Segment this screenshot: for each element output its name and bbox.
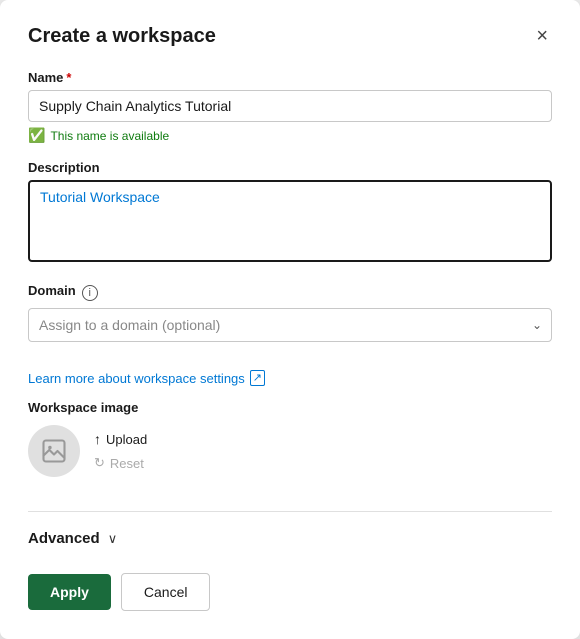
create-workspace-dialog: Create a workspace × Name * ✅ This name …	[0, 0, 580, 639]
domain-label-row: Domain i	[28, 283, 552, 303]
advanced-label: Advanced	[28, 530, 100, 547]
availability-message: ✅ This name is available	[28, 127, 552, 144]
close-button[interactable]: ×	[532, 24, 552, 48]
availability-icon: ✅	[28, 127, 45, 144]
learn-more-link[interactable]: Learn more about workspace settings ↗	[28, 370, 552, 386]
domain-select-wrapper: Assign to a domain (optional) ⌄	[28, 308, 552, 342]
workspace-image-placeholder	[28, 425, 80, 477]
dialog-header: Create a workspace ×	[28, 24, 552, 48]
description-input[interactable]: Tutorial Workspace	[28, 180, 552, 262]
workspace-image-section: Workspace image ↑ Upload ↻ Reset	[28, 400, 552, 477]
reset-button[interactable]: ↻ Reset	[94, 453, 147, 473]
image-placeholder-icon	[40, 437, 68, 465]
domain-label: Domain	[28, 283, 76, 298]
upload-icon: ↑	[94, 431, 101, 447]
advanced-section-toggle[interactable]: Advanced ∨	[28, 530, 552, 547]
workspace-image-label: Workspace image	[28, 400, 552, 415]
name-input[interactable]	[28, 90, 552, 122]
reset-icon: ↻	[94, 455, 105, 471]
cancel-button[interactable]: Cancel	[121, 573, 211, 611]
description-label: Description	[28, 160, 552, 175]
section-divider	[28, 511, 552, 512]
name-field-section: Name * ✅ This name is available	[28, 70, 552, 144]
external-link-icon: ↗	[250, 370, 265, 386]
advanced-chevron-icon: ∨	[108, 531, 118, 547]
domain-info-icon[interactable]: i	[82, 285, 98, 301]
image-actions: ↑ Upload ↻ Reset	[94, 429, 147, 473]
upload-button[interactable]: ↑ Upload	[94, 429, 147, 449]
domain-select[interactable]: Assign to a domain (optional)	[28, 308, 552, 342]
description-field-section: Description Tutorial Workspace	[28, 160, 552, 267]
domain-field-section: Domain i Assign to a domain (optional) ⌄	[28, 283, 552, 342]
name-label: Name *	[28, 70, 552, 85]
required-indicator: *	[66, 70, 71, 85]
dialog-title: Create a workspace	[28, 25, 216, 48]
image-row: ↑ Upload ↻ Reset	[28, 425, 552, 477]
apply-button[interactable]: Apply	[28, 574, 111, 610]
dialog-footer: Apply Cancel	[28, 563, 552, 611]
